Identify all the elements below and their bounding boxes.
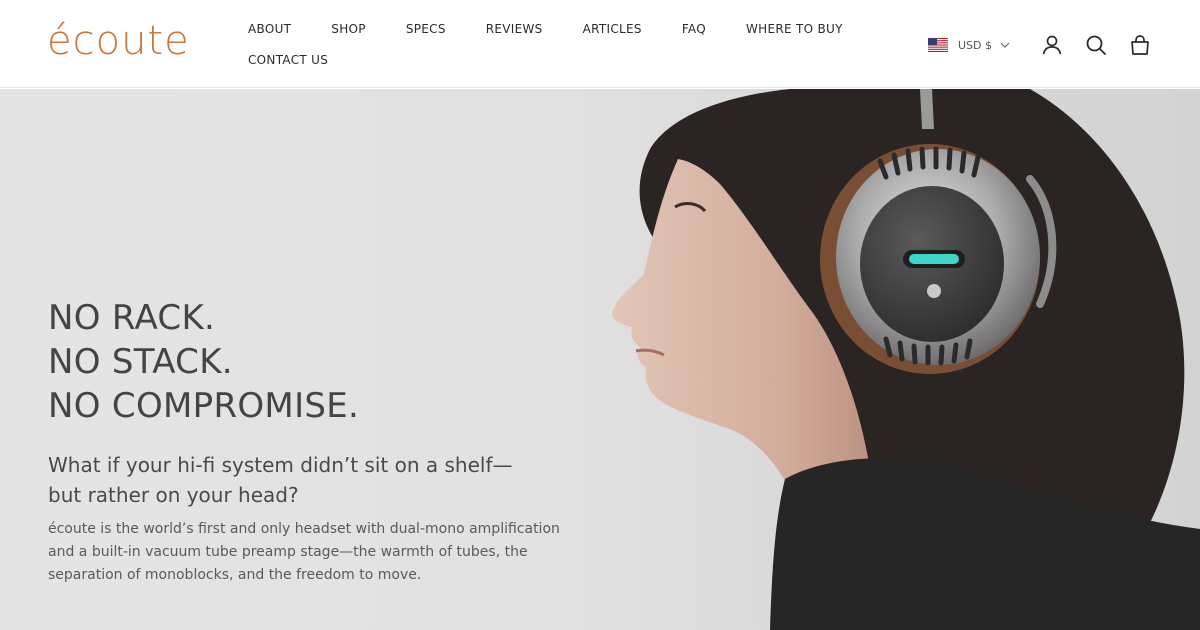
nav-link-about[interactable]: ABOUT (248, 22, 291, 36)
site-header: écoute ABOUT SHOP SPECS REVIEWS ARTICLES… (0, 0, 1200, 88)
subhead-line-1: What if your hi-fi system didn’t sit on … (48, 453, 513, 477)
hero-section: NO RACK. NO STACK. NO COMPROMISE. What i… (0, 89, 1200, 630)
subhead-line-2: but rather on your head? (48, 483, 299, 507)
hero-headline: NO RACK. NO STACK. NO COMPROMISE. (48, 296, 588, 428)
account-icon[interactable] (1040, 33, 1064, 57)
description-line-1: écoute is the world’s first and only hea… (48, 521, 560, 537)
chevron-down-icon (1000, 42, 1010, 48)
description-line-3: separation of monoblocks, and the freedo… (48, 567, 422, 583)
woman-wearing-headphones-photo (612, 89, 1200, 630)
currency-label: USD $ (958, 38, 992, 52)
nav-row-2: CONTACT US (248, 49, 888, 71)
hero-description: écoute is the world’s first and only hea… (48, 518, 588, 587)
brand-logo[interactable]: écoute (47, 17, 190, 65)
nav-link-faq[interactable]: FAQ (682, 22, 706, 36)
nav-link-articles[interactable]: ARTICLES (583, 22, 642, 36)
headline-line-1: NO RACK. (48, 298, 216, 338)
nav-link-reviews[interactable]: REVIEWS (486, 22, 543, 36)
hero-copy: NO RACK. NO STACK. NO COMPROMISE. What i… (48, 296, 588, 587)
nav-link-contact-us[interactable]: CONTACT US (248, 53, 328, 67)
currency-selector[interactable]: USD $ (928, 38, 1010, 52)
search-icon[interactable] (1084, 33, 1108, 57)
nav-row-1: ABOUT SHOP SPECS REVIEWS ARTICLES FAQ WH… (248, 18, 888, 40)
cart-icon[interactable] (1128, 33, 1152, 57)
nav-link-shop[interactable]: SHOP (331, 22, 366, 36)
hero-subheading: What if your hi-fi system didn’t sit on … (48, 450, 588, 510)
nav-link-where-to-buy[interactable]: WHERE TO BUY (746, 22, 843, 36)
headline-line-3: NO COMPROMISE. (48, 386, 360, 426)
headline-line-2: NO STACK. (48, 342, 233, 382)
main-nav: ABOUT SHOP SPECS REVIEWS ARTICLES FAQ WH… (248, 18, 888, 80)
description-line-2: and a built-in vacuum tube preamp stage—… (48, 544, 528, 560)
us-flag-icon (928, 38, 948, 52)
header-actions: USD $ (928, 32, 1152, 58)
nav-link-specs[interactable]: SPECS (406, 22, 446, 36)
